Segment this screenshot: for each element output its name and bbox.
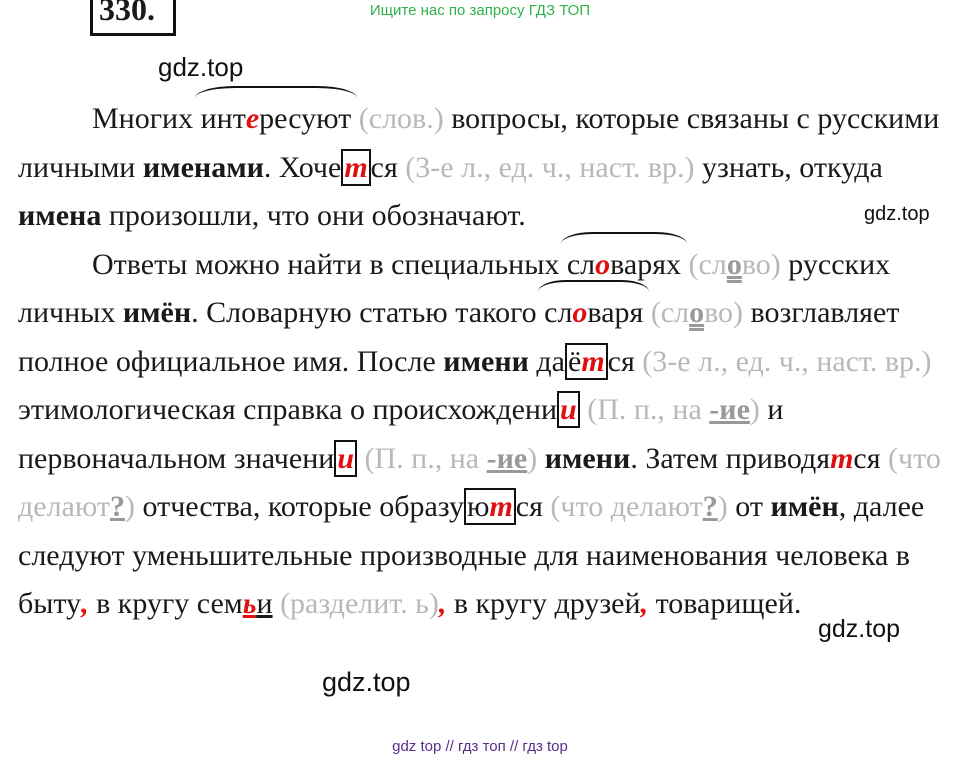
orthogram: о — [595, 247, 611, 281]
orthogram: о — [572, 296, 588, 329]
text-run: в кругу друзей — [446, 587, 641, 620]
watermark: gdz.top — [158, 52, 244, 82]
paragraph-2: Ответы можно найти в специальных словаря… — [18, 241, 948, 629]
grammar-note: (слово) — [681, 247, 781, 281]
text-run: ся — [515, 490, 543, 523]
text-run: узнать, откуда — [694, 150, 883, 184]
grammar-note: (П. п., на -ие) — [579, 393, 760, 426]
ending-box: т — [341, 148, 371, 186]
orthogram: е — [245, 102, 260, 135]
footer-links: gdz top // гдз топ // гдз top — [392, 738, 568, 755]
bold-word: имён — [770, 490, 839, 523]
root-arc: словаря — [544, 296, 643, 329]
ending-box: ют — [464, 488, 516, 525]
text-run: ся — [370, 150, 398, 184]
orthogram: т — [830, 441, 854, 475]
orthogram: т — [344, 150, 368, 184]
text-run: ё — [568, 344, 582, 378]
text-run: . Словарную статью такого — [191, 296, 545, 329]
grammar-note: (3-е л., ед. ч., наст. вр.) — [397, 150, 695, 184]
text-run: отчества, которые образу — [135, 490, 465, 523]
text-run: произошли, что они обозначают. — [101, 199, 526, 232]
orthogram: т — [489, 490, 513, 523]
orthogram: ь — [242, 587, 257, 620]
text-run — [537, 442, 545, 475]
punctuation-mark: , — [640, 587, 649, 620]
text-run: сл — [566, 247, 596, 281]
root-arc: словарях — [567, 248, 681, 281]
text-run: ю — [467, 490, 490, 523]
watermark: gdz.top — [322, 667, 411, 697]
grammar-note: (слово) — [643, 296, 744, 329]
grammar-note: (3-е л., ед. ч., наст. вр.) — [634, 344, 932, 378]
grammar-note: (что делают?) — [542, 490, 728, 523]
bold-word: имён — [122, 296, 192, 329]
exercise-text: Многих интересуют (слов.) вопросы, котор… — [18, 95, 948, 629]
text-run: этимологическая справка о происхождени — [18, 393, 558, 426]
text-run: в кругу сем — [88, 587, 243, 620]
orthogram: и — [337, 441, 355, 475]
exercise-number: 330. — [90, 0, 176, 36]
text-run: Многих — [92, 102, 201, 135]
punctuation-mark: , — [81, 587, 89, 620]
text-run: инт — [200, 102, 246, 135]
text-run: от — [727, 490, 771, 523]
grammar-note: (разделит. ь) — [272, 587, 439, 620]
text-run: товарищей. — [648, 587, 802, 620]
bold-word: имени — [443, 344, 529, 378]
ending-box: и — [334, 439, 358, 477]
text-run: Ответы можно найти в специальных — [92, 247, 567, 281]
text-run: сл — [544, 296, 573, 329]
text-run: ся — [607, 344, 635, 378]
grammar-note: (П. п., на -ие) — [357, 441, 538, 475]
text-run: . Затем приводя — [630, 441, 831, 475]
text-run: да — [528, 344, 565, 378]
root-arc: интересуют — [201, 102, 352, 135]
paragraph-1: Многих интересуют (слов.) вопросы, котор… — [18, 95, 948, 241]
text-run: . Хоче — [263, 150, 342, 184]
bold-word: имени — [544, 441, 631, 475]
text-run: варях — [610, 247, 682, 281]
text-run: и — [256, 587, 273, 620]
orthogram: т — [581, 344, 605, 378]
ending-box: и — [557, 391, 580, 428]
ending-box: ёт — [565, 342, 608, 380]
text-run: варя — [587, 296, 644, 329]
orthogram: и — [560, 393, 577, 426]
bold-word: имена — [18, 199, 102, 232]
grammar-note: (слов.) — [351, 102, 444, 135]
text-run: ся — [853, 441, 881, 475]
bold-word: именами — [142, 150, 264, 184]
text-run: ресуют — [259, 102, 352, 135]
